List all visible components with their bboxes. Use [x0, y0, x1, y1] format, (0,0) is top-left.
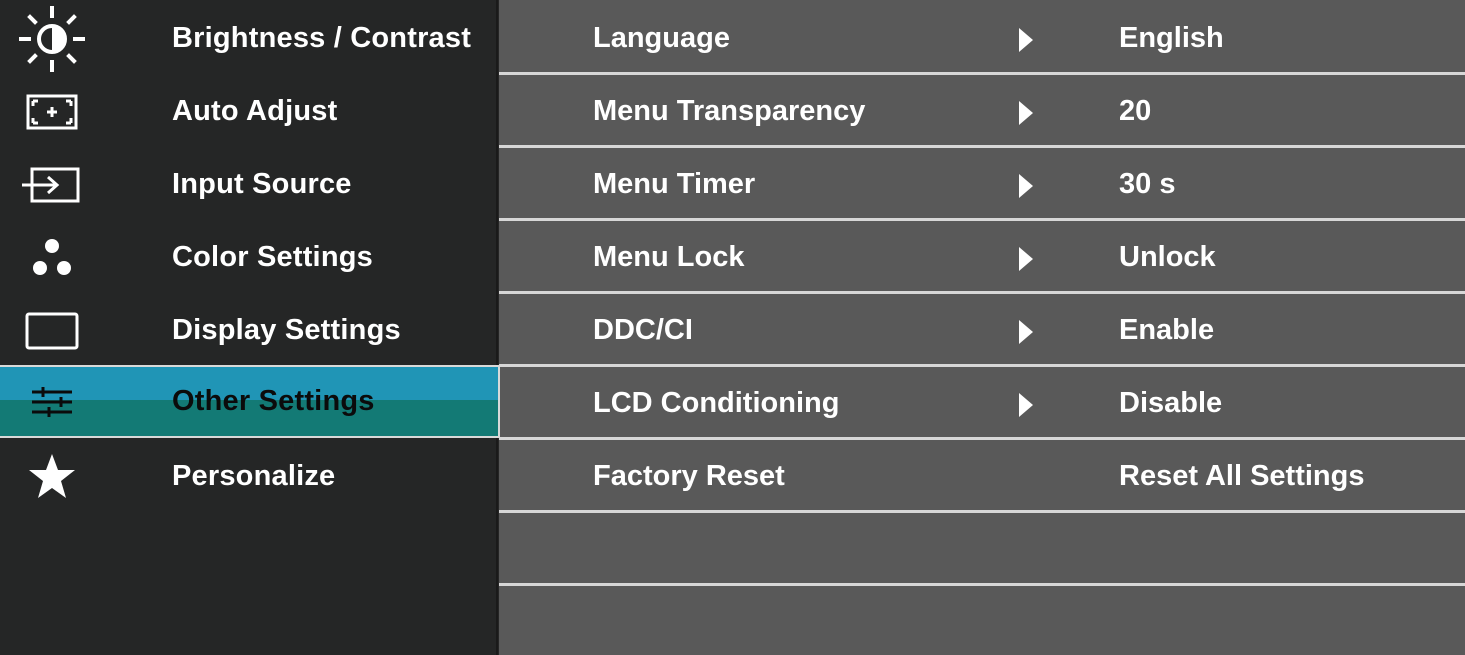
star-icon	[8, 440, 96, 513]
sidebar-item-label: Color Settings	[172, 241, 373, 273]
sidebar-item-label: Input Source	[172, 168, 352, 200]
sidebar-item-label: Brightness / Contrast	[172, 22, 472, 54]
setting-name: Factory Reset	[593, 460, 785, 492]
sidebar: Brightness / Contrast Auto Adjust Input …	[0, 0, 500, 655]
setting-value: English	[1119, 22, 1224, 54]
setting-row-language[interactable]: Language English	[499, 2, 1465, 75]
arrow-right-icon	[1019, 174, 1033, 198]
setting-value: 30 s	[1119, 168, 1176, 200]
setting-row-menu-timer[interactable]: Menu Timer 30 s	[499, 148, 1465, 221]
setting-row-ddc-ci[interactable]: DDC/CI Enable	[499, 294, 1465, 367]
settings-panel: Language English Menu Transparency 20 Me…	[499, 0, 1465, 655]
setting-row-menu-transparency[interactable]: Menu Transparency 20	[499, 75, 1465, 148]
setting-value: 20	[1119, 95, 1152, 127]
sidebar-item-label: Auto Adjust	[172, 95, 338, 127]
sidebar-item-display-settings[interactable]: Display Settings	[0, 294, 498, 367]
arrow-right-icon	[1019, 320, 1033, 344]
setting-row-empty	[499, 586, 1465, 655]
setting-row-lcd-conditioning[interactable]: LCD Conditioning Disable	[499, 367, 1465, 440]
arrow-right-icon	[1019, 28, 1033, 52]
sidebar-item-color-settings[interactable]: Color Settings	[0, 221, 498, 294]
setting-value: Enable	[1119, 314, 1215, 346]
setting-name: Menu Transparency	[593, 95, 866, 127]
sidebar-item-auto-adjust[interactable]: Auto Adjust	[0, 75, 498, 148]
sliders-icon	[8, 365, 96, 438]
sidebar-item-other-settings[interactable]: Other Settings	[0, 365, 500, 438]
sidebar-item-label: Other Settings	[172, 385, 375, 417]
setting-name: Language	[593, 22, 730, 54]
setting-name: Menu Lock	[593, 241, 745, 273]
color-settings-icon	[8, 221, 96, 294]
setting-row-menu-lock[interactable]: Menu Lock Unlock	[499, 221, 1465, 294]
sidebar-item-personalize[interactable]: Personalize	[0, 440, 498, 513]
auto-adjust-icon	[8, 75, 96, 148]
display-settings-icon	[8, 294, 96, 367]
sidebar-item-brightness-contrast[interactable]: Brightness / Contrast	[0, 2, 498, 75]
setting-name: Menu Timer	[593, 168, 756, 200]
sidebar-item-label: Personalize	[172, 460, 336, 492]
setting-value: Disable	[1119, 387, 1223, 419]
sidebar-item-label: Display Settings	[172, 314, 401, 346]
arrow-right-icon	[1019, 247, 1033, 271]
osd-menu: Brightness / Contrast Auto Adjust Input …	[0, 0, 1465, 655]
setting-name: LCD Conditioning	[593, 387, 840, 419]
setting-name: DDC/CI	[593, 314, 693, 346]
input-source-icon	[8, 148, 96, 221]
sidebar-item-input-source[interactable]: Input Source	[0, 148, 498, 221]
setting-value: Unlock	[1119, 241, 1216, 273]
arrow-right-icon	[1019, 101, 1033, 125]
setting-value: Reset All Settings	[1119, 460, 1365, 492]
setting-row-empty	[499, 513, 1465, 586]
brightness-icon	[8, 2, 96, 75]
setting-row-factory-reset[interactable]: Factory Reset Reset All Settings	[499, 440, 1465, 513]
arrow-right-icon	[1019, 393, 1033, 417]
